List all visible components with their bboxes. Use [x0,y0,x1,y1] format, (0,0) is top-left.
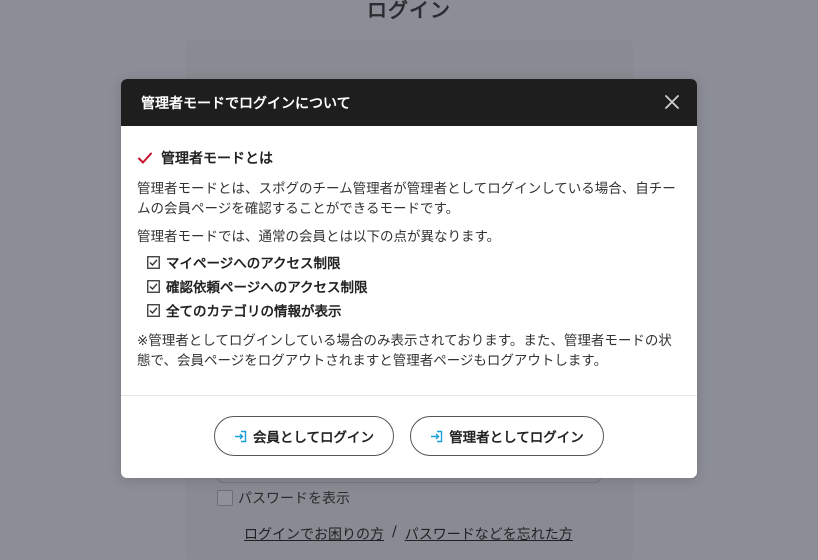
member-login-button[interactable]: 会員としてログイン [214,416,394,456]
list-item-text: 全てのカテゴリの情報が表示 [166,304,342,320]
section-heading: 管理者モードとは [137,148,681,168]
checkmark-icon [138,152,152,164]
show-password-row[interactable]: パスワードを表示 [217,488,350,508]
admin-login-label: 管理者としてログイン [449,430,584,446]
list-item: 確認依頼ページへのアクセス制限 [147,274,681,298]
description-text: 管理者モードとは、スポグのチーム管理者が管理者としてログインしている場合、自チー… [137,181,676,217]
list-item: マイページへのアクセス制限 [147,250,681,274]
link-separator: / [392,524,397,540]
list-item-text: 確認依頼ページへのアクセス制限 [166,280,368,296]
forgot-password-link[interactable]: パスワードなどを忘れた方 [405,524,573,544]
close-icon[interactable] [663,93,681,111]
admin-mode-dialog: 管理者モードでログインについて 管理者モードとは 管理者モードとは、スポグのチー… [121,79,697,478]
list-item: 全てのカテゴリの情報が表示 [147,298,681,322]
differences-list: マイページへのアクセス制限 確認依頼ページへのアクセス制限 全てのカテゴリの情報… [147,250,681,322]
section-heading-text: 管理者モードとは [161,151,273,167]
checkbox-checked-icon [147,279,160,293]
differences-intro: 管理者モードでは、通常の会員とは以下の点が異なります。 [137,229,501,245]
list-item-text: マイページへのアクセス制限 [166,256,341,272]
dialog-header: 管理者モードでログインについて [121,79,697,126]
note-text: ※管理者としてログインしている場合のみ表示されております。また、管理者モードの状… [137,333,672,369]
login-arrow-icon [234,430,247,442]
login-arrow-icon [431,430,443,442]
admin-login-button[interactable]: 管理者としてログイン [410,416,604,456]
checkbox-checked-icon [147,303,160,317]
member-login-label: 会員としてログイン [252,430,375,446]
checkbox-checked-icon [147,255,160,269]
page-title: ログイン [367,0,451,22]
dialog-title: 管理者モードでログインについて [141,95,351,112]
dialog-actions: 会員としてログイン 管理者としてログイン [121,416,697,456]
footer-divider [121,395,697,396]
show-password-label: パスワードを表示 [238,491,350,507]
dialog-body: 管理者モードとは 管理者モードとは、スポグのチーム管理者が管理者としてログインし… [121,126,697,371]
help-links: ログインでお困りの方 / パスワードなどを忘れた方 [244,524,573,544]
login-trouble-link[interactable]: ログインでお困りの方 [244,524,384,544]
show-password-checkbox[interactable] [217,490,233,506]
